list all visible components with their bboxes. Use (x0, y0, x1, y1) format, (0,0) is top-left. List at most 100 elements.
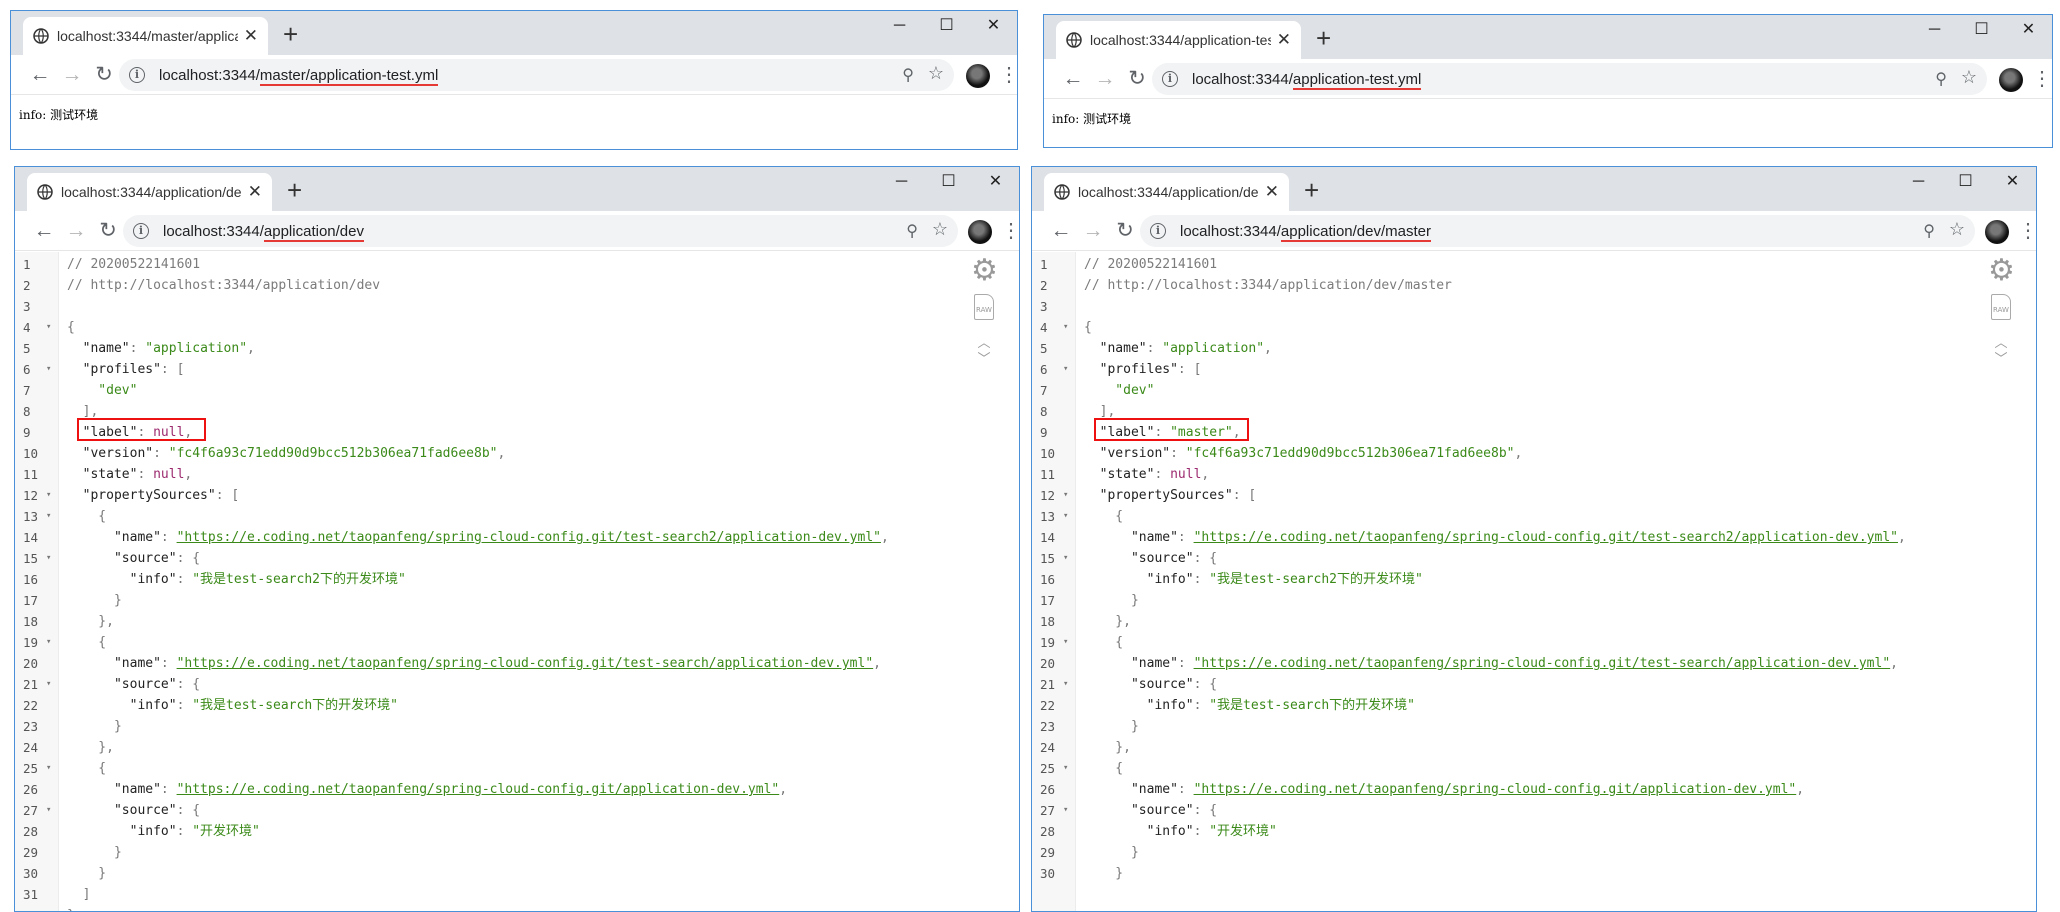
fold-arrow-icon[interactable]: ▾ (1063, 548, 1068, 569)
forward-button[interactable]: → (1090, 64, 1120, 94)
forward-button[interactable]: → (61, 216, 91, 246)
code-line: }, (1084, 611, 1131, 632)
zoom-icon[interactable]: ⚲ (1923, 221, 1935, 241)
menu-kebab-icon[interactable]: ⋮ (2018, 217, 2036, 245)
new-tab-button[interactable]: + (287, 175, 302, 205)
browser-tab[interactable]: localhost:3344/application/de ✕ (27, 173, 272, 211)
source-url-link[interactable]: "https://e.coding.net/taopanfeng/spring-… (1194, 656, 1891, 671)
code-line: "info": "我是test-search下的开发环境" (67, 695, 398, 716)
address-bar[interactable]: i localhost:3344/master/application-test… (119, 59, 954, 91)
info-icon[interactable]: i (1162, 71, 1178, 87)
close-window-button[interactable]: ✕ (972, 167, 1019, 203)
tab-close-icon[interactable]: ✕ (244, 26, 258, 46)
profile-avatar[interactable] (1999, 68, 2023, 92)
forward-button[interactable]: → (1078, 216, 1108, 246)
code-token: "info" (1084, 572, 1194, 587)
browser-tab[interactable]: localhost:3344/application/de ✕ (1044, 173, 1289, 211)
address-bar[interactable]: i localhost:3344/application-test.yml ⚲ … (1152, 63, 1987, 95)
fold-arrow-icon[interactable]: ▾ (1063, 674, 1068, 695)
window-controls: ─ ☐ ✕ (1911, 15, 2052, 51)
maximize-button[interactable]: ☐ (925, 167, 972, 203)
fold-arrow-icon[interactable]: ▾ (1063, 359, 1068, 380)
back-button[interactable]: ← (1058, 64, 1088, 94)
tab-close-icon[interactable]: ✕ (1277, 30, 1291, 50)
settings-gear-icon[interactable]: ⚙ (971, 256, 998, 286)
code-line: "name": "https://e.coding.net/taopanfeng… (1084, 779, 1804, 800)
maximize-button[interactable]: ☐ (923, 11, 970, 47)
fold-arrow-icon[interactable]: ▾ (46, 674, 51, 695)
minimize-button[interactable]: ─ (1911, 15, 1958, 51)
bookmark-star-icon[interactable]: ☆ (932, 219, 948, 240)
expand-all-icon[interactable]: ﹀ (1991, 352, 2011, 365)
line-number: 16 (23, 572, 39, 587)
address-bar[interactable]: i localhost:3344/application/dev/master … (1140, 215, 1975, 247)
close-window-button[interactable]: ✕ (1989, 167, 2036, 203)
profile-avatar[interactable] (1985, 220, 2009, 244)
info-icon[interactable]: i (1150, 223, 1166, 239)
expand-all-icon[interactable]: ﹀ (974, 352, 994, 365)
fold-arrow-icon[interactable]: ▾ (46, 506, 51, 527)
fold-arrow-icon[interactable]: ▾ (46, 317, 51, 338)
new-tab-button[interactable]: + (1304, 175, 1319, 205)
raw-view-icon[interactable]: RAW (974, 294, 994, 320)
fold-arrow-icon[interactable]: ▾ (46, 632, 51, 653)
close-window-button[interactable]: ✕ (2005, 15, 2052, 51)
back-button[interactable]: ← (25, 60, 55, 90)
close-window-button[interactable]: ✕ (970, 11, 1017, 47)
info-icon[interactable]: i (133, 223, 149, 239)
minimize-button[interactable]: ─ (876, 11, 923, 47)
source-url-link[interactable]: "https://e.coding.net/taopanfeng/spring-… (177, 530, 881, 545)
fold-arrow-icon[interactable]: ▾ (1063, 485, 1068, 506)
reload-button[interactable]: ↻ (93, 216, 123, 246)
reload-button[interactable]: ↻ (1110, 216, 1140, 246)
maximize-button[interactable]: ☐ (1942, 167, 1989, 203)
source-url-link[interactable]: "https://e.coding.net/taopanfeng/spring-… (1194, 530, 1898, 545)
maximize-button[interactable]: ☐ (1958, 15, 2005, 51)
menu-kebab-icon[interactable]: ⋮ (1001, 217, 1019, 245)
browser-tab[interactable]: localhost:3344/master/applicatio ✕ (23, 17, 268, 55)
fold-arrow-icon[interactable]: ▾ (1063, 506, 1068, 527)
tab-close-icon[interactable]: ✕ (248, 182, 262, 202)
tab-close-icon[interactable]: ✕ (1265, 182, 1279, 202)
new-tab-button[interactable]: + (283, 19, 298, 49)
collapse-all-icon[interactable]: ︿ (1991, 336, 2011, 349)
fold-arrow-icon[interactable]: ▾ (46, 758, 51, 779)
fold-arrow-icon[interactable]: ▾ (1063, 800, 1068, 821)
source-url-link[interactable]: "https://e.coding.net/taopanfeng/spring-… (1194, 782, 1797, 797)
menu-kebab-icon[interactable]: ⋮ (2032, 65, 2052, 93)
settings-gear-icon[interactable]: ⚙ (1988, 256, 2015, 286)
minimize-button[interactable]: ─ (878, 167, 925, 203)
fold-arrow-icon[interactable]: ▾ (46, 485, 51, 506)
profile-avatar[interactable] (968, 220, 992, 244)
reload-button[interactable]: ↻ (89, 60, 119, 90)
back-button[interactable]: ← (1046, 216, 1076, 246)
browser-tab[interactable]: localhost:3344/application-tes ✕ (1056, 21, 1301, 59)
collapse-all-icon[interactable]: ︿ (974, 336, 994, 349)
bookmark-star-icon[interactable]: ☆ (928, 63, 944, 84)
fold-arrow-icon[interactable]: ▾ (1063, 317, 1068, 338)
fold-arrow-icon[interactable]: ▾ (46, 359, 51, 380)
zoom-icon[interactable]: ⚲ (906, 221, 918, 241)
bookmark-star-icon[interactable]: ☆ (1961, 67, 1977, 88)
info-icon[interactable]: i (129, 67, 145, 83)
code-token: : (176, 824, 193, 839)
zoom-icon[interactable]: ⚲ (902, 65, 914, 85)
source-url-link[interactable]: "https://e.coding.net/taopanfeng/spring-… (177, 656, 874, 671)
raw-view-icon[interactable]: RAW (1991, 294, 2011, 320)
fold-arrow-icon[interactable]: ▾ (46, 548, 51, 569)
fold-arrow-icon[interactable]: ▾ (1063, 758, 1068, 779)
profile-avatar[interactable] (966, 64, 990, 88)
back-button[interactable]: ← (29, 216, 59, 246)
forward-button[interactable]: → (57, 60, 87, 90)
fold-arrow-icon[interactable]: ▾ (46, 800, 51, 821)
menu-kebab-icon[interactable]: ⋮ (999, 61, 1017, 89)
fold-arrow-icon[interactable]: ▾ (1063, 632, 1068, 653)
reload-button[interactable]: ↻ (1122, 64, 1152, 94)
source-url-link[interactable]: "https://e.coding.net/taopanfeng/spring-… (177, 782, 780, 797)
new-tab-button[interactable]: + (1316, 23, 1331, 53)
bookmark-star-icon[interactable]: ☆ (1949, 219, 1965, 240)
line-number: 9 (1040, 425, 1048, 440)
minimize-button[interactable]: ─ (1895, 167, 1942, 203)
zoom-icon[interactable]: ⚲ (1935, 69, 1947, 89)
address-bar[interactable]: i localhost:3344/application/dev ⚲ ☆ (123, 215, 958, 247)
